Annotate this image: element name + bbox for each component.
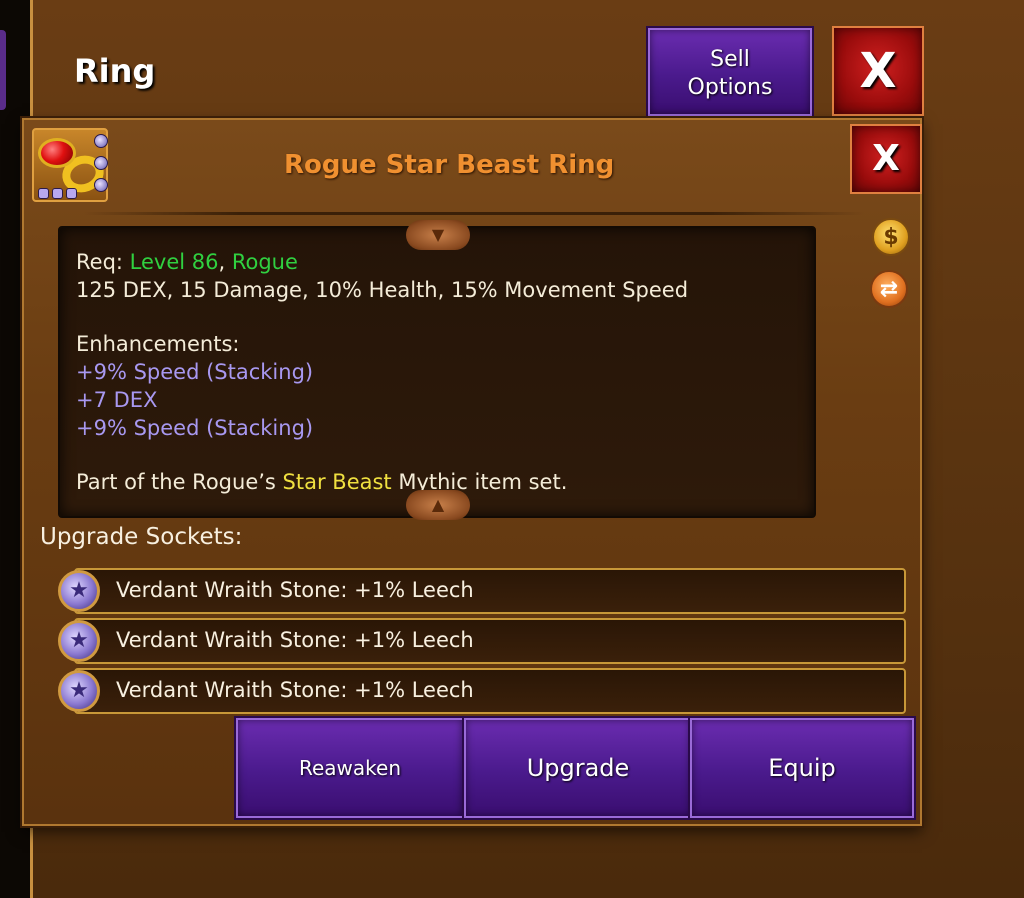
- req-level: Level 86: [129, 250, 219, 274]
- socket-text: Verdant Wraith Stone: +1% Leech: [116, 628, 474, 652]
- ruby-ring-icon: [32, 128, 109, 202]
- set-name: Star Beast: [282, 470, 392, 494]
- dialog-close-button[interactable]: X: [850, 124, 922, 194]
- reawaken-button[interactable]: Reawaken: [236, 718, 464, 818]
- swap-icon[interactable]: ⇄: [870, 270, 908, 308]
- sell-options-label-line2: Options: [687, 75, 773, 100]
- enhancement-item: +9% Speed (Stacking): [76, 416, 314, 440]
- slot-dot: [38, 188, 49, 199]
- sell-options-button[interactable]: Sell Options: [648, 28, 812, 116]
- star-gem-icon: ★: [58, 670, 100, 712]
- background-close-button[interactable]: X: [832, 26, 924, 116]
- set-prefix: Part of the Rogue’s: [76, 470, 283, 494]
- left-edge-tab[interactable]: [0, 30, 6, 110]
- req-separator: ,: [218, 250, 232, 274]
- gold-bag-icon[interactable]: $: [872, 218, 910, 256]
- item-description-box: ▼ Req: Level 86, Rogue 125 DEX, 15 Damag…: [58, 220, 816, 520]
- sell-options-label-line1: Sell: [710, 47, 750, 72]
- req-label: Req:: [76, 250, 130, 274]
- ring-gem: [38, 138, 76, 168]
- upgrade-button[interactable]: Upgrade: [464, 718, 692, 818]
- set-line: Part of the Rogue’s Star Beast Mythic it…: [76, 470, 567, 494]
- req-class: Rogue: [231, 250, 298, 274]
- title-divider: [84, 212, 864, 215]
- scroll-down-icon[interactable]: ▼: [406, 220, 470, 250]
- socket-text: Verdant Wraith Stone: +1% Leech: [116, 578, 474, 602]
- star-gem-icon: ★: [58, 620, 100, 662]
- requirement-line: Req: Level 86, Rogue: [76, 250, 298, 274]
- enhancement-item: +7 DEX: [76, 388, 158, 412]
- socket-row[interactable]: Verdant Wraith Stone: +1% Leech: [74, 568, 906, 614]
- enhancements-heading: Enhancements:: [76, 332, 240, 356]
- slot-dot: [66, 188, 77, 199]
- socket-text: Verdant Wraith Stone: +1% Leech: [116, 678, 474, 702]
- socket-dot-icon: [94, 134, 108, 148]
- item-detail-dialog: Rogue Star Beast Ring X $ ⇄ ▼ Req: Level…: [22, 118, 922, 826]
- socket-dot-icon: [94, 178, 108, 192]
- star-gem-icon: ★: [58, 570, 100, 612]
- socket-row[interactable]: Verdant Wraith Stone: +1% Leech: [74, 668, 906, 714]
- item-title: Rogue Star Beast Ring: [284, 150, 615, 180]
- enhancement-item: +9% Speed (Stacking): [76, 360, 314, 384]
- sockets-heading: Upgrade Sockets:: [40, 524, 243, 550]
- equip-button[interactable]: Equip: [690, 718, 914, 818]
- scroll-up-icon[interactable]: ▲: [406, 490, 470, 520]
- stats-line: 125 DEX, 15 Damage, 10% Health, 15% Move…: [76, 278, 689, 302]
- socket-row[interactable]: Verdant Wraith Stone: +1% Leech: [74, 618, 906, 664]
- slot-dot: [52, 188, 63, 199]
- background-title: Ring: [74, 52, 156, 90]
- socket-dot-icon: [94, 156, 108, 170]
